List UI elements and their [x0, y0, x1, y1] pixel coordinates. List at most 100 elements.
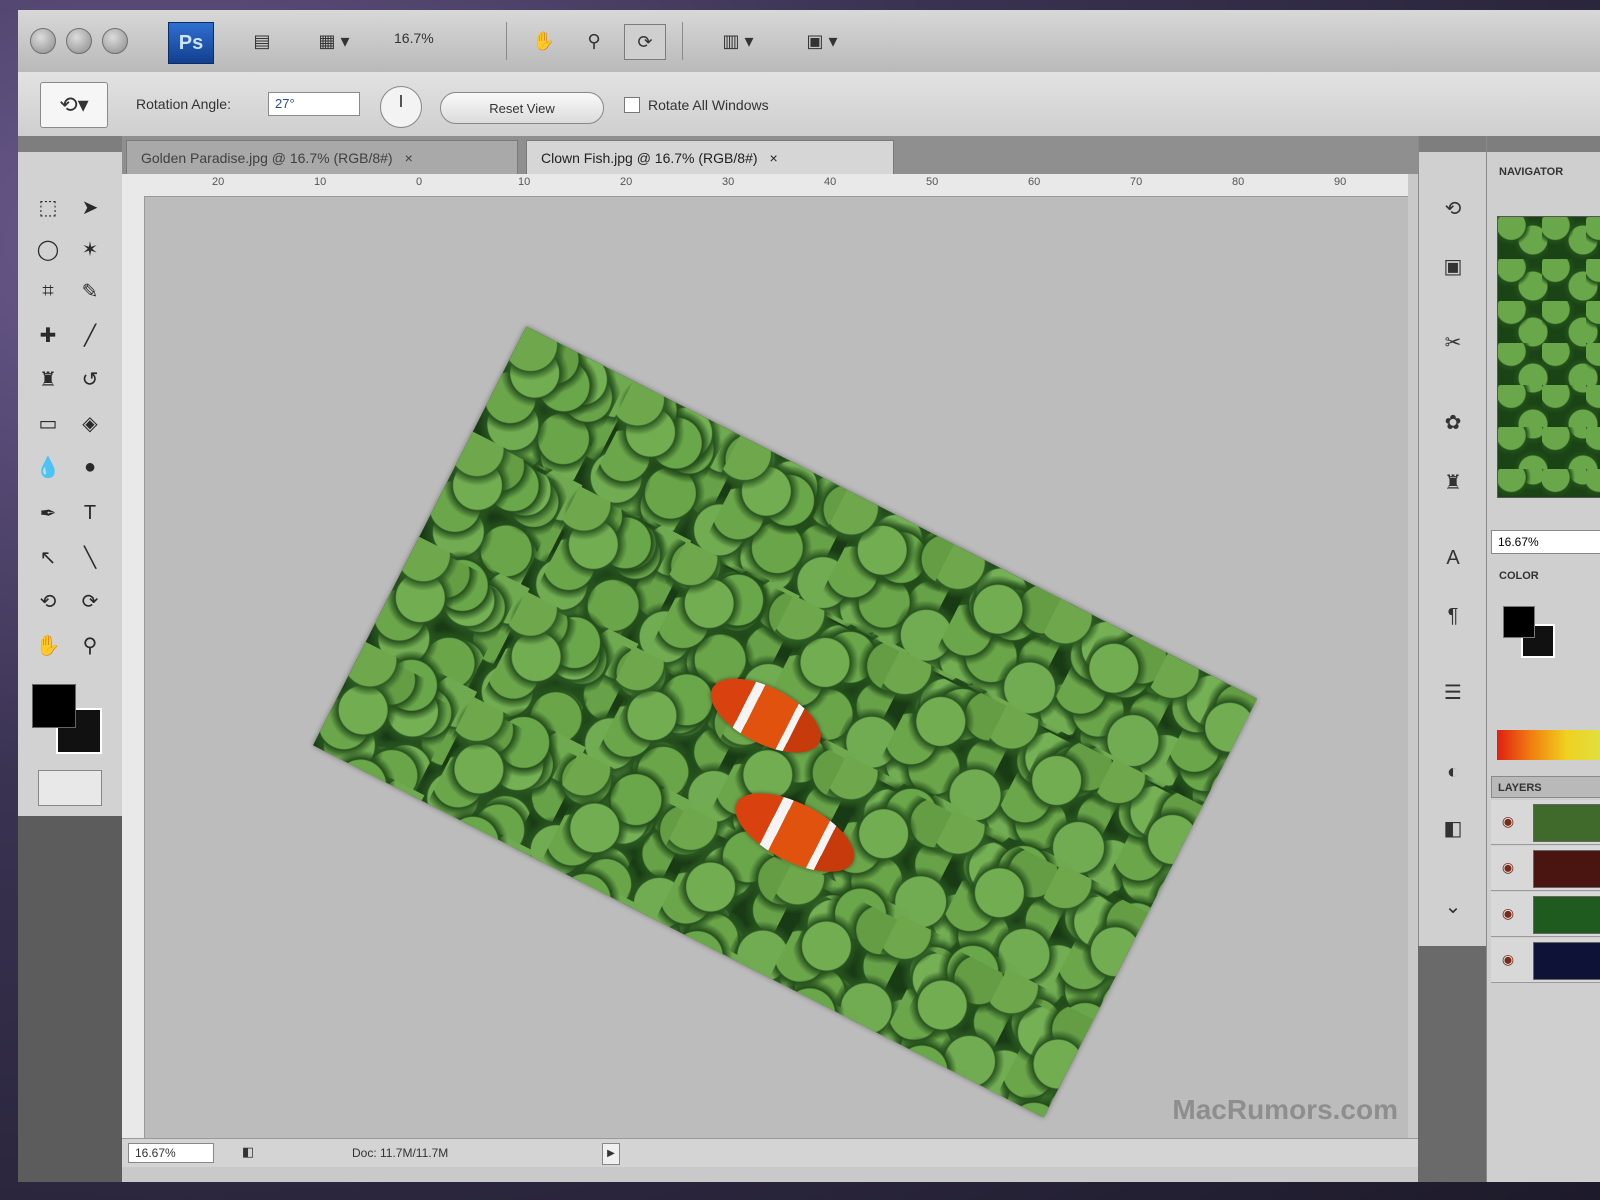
3d-rotate-tool-icon[interactable]: ⟲: [28, 582, 68, 620]
ruler-tick-label: 50: [926, 176, 939, 188]
ruler-tick-label: 20: [212, 176, 225, 188]
move-tool-icon[interactable]: ➤: [70, 188, 110, 226]
bridge-icon[interactable]: ▤: [242, 24, 282, 58]
rotation-angle-dial[interactable]: [380, 86, 422, 128]
quick-mask-button[interactable]: [38, 770, 102, 806]
clone-stamp-tool-icon[interactable]: ♜: [28, 360, 68, 398]
zoom-window-button[interactable]: [102, 28, 128, 54]
layer-row[interactable]: ◉: [1491, 892, 1600, 937]
layer-visibility-eye-icon[interactable]: ◉: [1499, 904, 1517, 922]
tool-preset-picker[interactable]: ⟲▾: [40, 82, 108, 128]
tool-presets-panel-icon[interactable]: ✂: [1433, 322, 1473, 362]
panels-header[interactable]: [1487, 136, 1600, 152]
path-selection-tool-icon[interactable]: ↖: [28, 538, 68, 576]
zoom-tool-icon[interactable]: ⚲: [70, 626, 110, 664]
navigator-thumbnail[interactable]: [1497, 216, 1600, 498]
marquee-tool-icon[interactable]: ⬚: [28, 188, 68, 226]
tools-panel-header[interactable]: [18, 136, 122, 152]
layer-visibility-eye-icon[interactable]: ◉: [1499, 812, 1517, 830]
photoshop-window: Ps ▤ ▦ ▾ 16.7% ✋ ⚲ ⟳ ▥ ▾ ▣ ▾ ⟲▾ Rotation…: [18, 10, 1600, 1182]
channels-panel-icon[interactable]: ◧: [1433, 808, 1473, 848]
pen-tool-icon[interactable]: ✒: [28, 494, 68, 532]
layer-thumbnail: [1533, 804, 1600, 842]
color-panel-title[interactable]: COLOR: [1499, 570, 1539, 582]
history-panel-icon[interactable]: ⟲: [1433, 188, 1473, 228]
ruler-tick-label: 90: [1334, 176, 1347, 188]
type-tool-icon[interactable]: T: [70, 494, 110, 532]
rotate-view-tool-icon[interactable]: ⟳: [624, 24, 666, 60]
clone-source-panel-icon[interactable]: ♜: [1433, 462, 1473, 502]
color-panel-foreground-swatch[interactable]: [1503, 606, 1535, 638]
color-spectrum-ramp[interactable]: [1497, 730, 1600, 760]
ruler-tick-label: 10: [518, 176, 531, 188]
paint-bucket-tool-icon[interactable]: ◈: [70, 404, 110, 442]
navigator-panel-title[interactable]: NAVIGATOR: [1499, 166, 1563, 178]
paths-panel-icon[interactable]: ⌄: [1433, 886, 1473, 926]
character-panel-icon[interactable]: A: [1433, 538, 1473, 578]
vertical-ruler[interactable]: [122, 196, 145, 1138]
layer-visibility-eye-icon[interactable]: ◉: [1499, 858, 1517, 876]
history-brush-tool-icon[interactable]: ↺: [70, 360, 110, 398]
magic-wand-tool-icon[interactable]: ✶: [70, 230, 110, 268]
screen-mode-icon[interactable]: ▣ ▾: [792, 24, 852, 58]
brush-tool-icon[interactable]: ╱: [70, 316, 110, 354]
layer-row[interactable]: ◉: [1491, 846, 1600, 891]
hand-tool-icon[interactable]: ✋: [524, 24, 564, 58]
layer-visibility-eye-icon[interactable]: ◉: [1499, 950, 1517, 968]
ruler-tick-label: 40: [824, 176, 837, 188]
rotate-all-windows-option[interactable]: Rotate All Windows: [624, 97, 769, 113]
navigator-zoom-field[interactable]: 16.67%: [1491, 530, 1600, 554]
status-zoom-field[interactable]: 16.67%: [128, 1143, 214, 1163]
blur-tool-icon[interactable]: 💧: [28, 448, 68, 486]
layer-row[interactable]: ◉: [1491, 938, 1600, 983]
photoshop-logo-icon[interactable]: Ps: [168, 22, 214, 64]
close-tab-icon[interactable]: ×: [770, 150, 778, 166]
tab-label: Clown Fish.jpg @ 16.7% (RGB/8#): [541, 149, 758, 166]
tab-golden-paradise[interactable]: Golden Paradise.jpg @ 16.7% (RGB/8#) ×: [126, 140, 518, 174]
rotate-view-tool-icon: ⟲▾: [59, 92, 89, 117]
tools-panel: ⬚ ➤ ◯ ✶ ⌗ ✎ ✚ ╱ ♜ ↺ ▭ ◈ 💧 ● ✒ T ↖ ╲ ⟲ ⟳ …: [18, 136, 123, 816]
3d-orbit-tool-icon[interactable]: ⟳: [70, 582, 110, 620]
horizontal-ruler[interactable]: 20 10 0 10 20 30 40 50 60 70 80 90: [122, 174, 1408, 197]
tools-panel-empty-area: [18, 816, 122, 1182]
lasso-tool-icon[interactable]: ◯: [28, 230, 68, 268]
document-canvas[interactable]: MacRumors.com: [145, 197, 1408, 1138]
separator: [506, 22, 507, 60]
paragraph-panel-icon[interactable]: ¶: [1433, 596, 1473, 636]
zoom-level-dropdown[interactable]: 16.7%: [394, 30, 434, 46]
dodge-tool-icon[interactable]: ●: [70, 448, 110, 486]
rotate-all-windows-label: Rotate All Windows: [648, 97, 769, 113]
healing-brush-tool-icon[interactable]: ✚: [28, 316, 68, 354]
close-tab-icon[interactable]: ×: [405, 150, 413, 166]
view-extras-icon[interactable]: ▦ ▾: [308, 24, 360, 58]
line-tool-icon[interactable]: ╲: [70, 538, 110, 576]
document-size: Doc: 11.7M/11.7M: [352, 1146, 449, 1160]
ruler-tick-label: 10: [314, 176, 327, 188]
clownfish: [723, 777, 866, 888]
ruler-tick-label: 60: [1028, 176, 1041, 188]
masks-panel-icon[interactable]: ◐: [1433, 752, 1473, 792]
foreground-color-swatch[interactable]: [32, 684, 76, 728]
layer-row[interactable]: ◉: [1491, 800, 1600, 845]
status-info-icon[interactable]: ◧: [242, 1144, 254, 1160]
rotation-angle-input[interactable]: 27°: [268, 92, 360, 116]
status-menu-arrow-icon[interactable]: ▶: [602, 1143, 620, 1165]
layers-panel-title[interactable]: LAYERS: [1491, 776, 1600, 798]
document-tab-strip: Golden Paradise.jpg @ 16.7% (RGB/8#) × C…: [18, 136, 1418, 174]
panel-dock-header[interactable]: [1419, 136, 1487, 152]
eyedropper-tool-icon[interactable]: ✎: [70, 272, 110, 310]
crop-tool-icon[interactable]: ⌗: [28, 272, 68, 310]
eraser-tool-icon[interactable]: ▭: [28, 404, 68, 442]
brushes-panel-icon[interactable]: ✿: [1433, 402, 1473, 442]
minimize-window-button[interactable]: [66, 28, 92, 54]
tab-clown-fish[interactable]: Clown Fish.jpg @ 16.7% (RGB/8#) ×: [526, 140, 894, 174]
rotate-all-windows-checkbox[interactable]: [624, 97, 640, 113]
arrange-documents-icon[interactable]: ▥ ▾: [708, 24, 768, 58]
ruler-tick-label: 80: [1232, 176, 1245, 188]
hand-tool-icon[interactable]: ✋: [28, 626, 68, 664]
actions-panel-icon[interactable]: ▣: [1433, 246, 1473, 286]
zoom-tool-icon[interactable]: ⚲: [574, 24, 614, 58]
adjustments-panel-icon[interactable]: ☰: [1433, 672, 1473, 712]
close-window-button[interactable]: [30, 28, 56, 54]
reset-view-button[interactable]: Reset View: [440, 92, 604, 124]
